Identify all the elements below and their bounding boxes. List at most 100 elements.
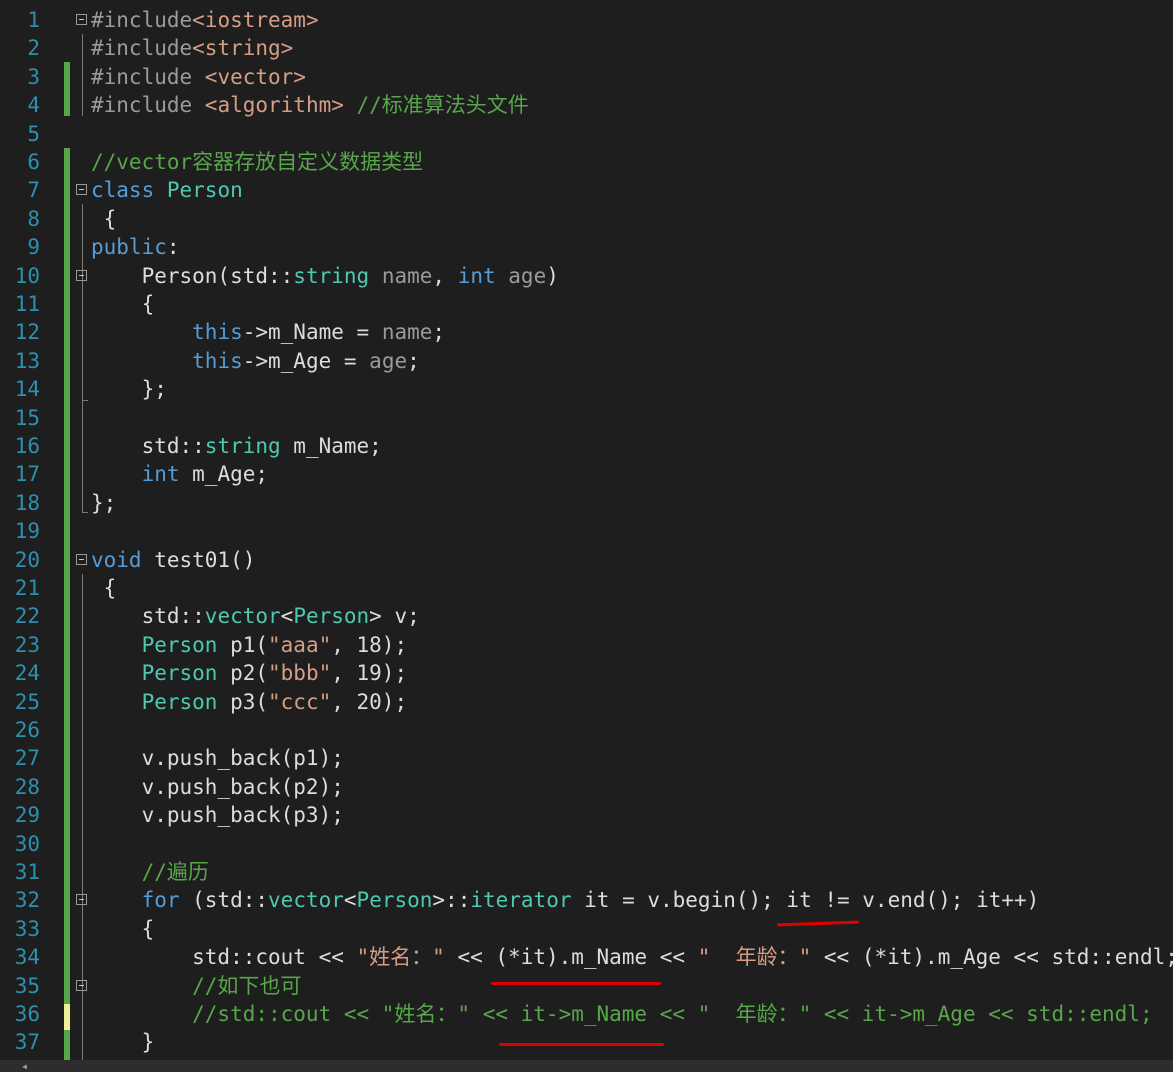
code-line[interactable]: 12 this->m_Name = name;	[0, 318, 1173, 346]
code-line[interactable]: 1 #include<iostream>	[0, 6, 1173, 34]
code-token: iterator	[470, 888, 572, 913]
line-number: 6	[27, 150, 40, 174]
code-token: ->m_Name =	[242, 320, 382, 345]
line-number: 22	[14, 604, 40, 629]
code-line[interactable]: 24 Person p2("bbb", 19);	[0, 659, 1173, 687]
code-line[interactable]: 9 public:	[0, 233, 1173, 261]
code-line[interactable]: 2 #include<string>	[0, 34, 1173, 62]
code-line[interactable]: 32 for (std::vector<Person>::iterator it…	[0, 886, 1173, 914]
collapse-icon[interactable]	[76, 184, 87, 196]
code-token: //std::cout << "姓名：" << it->m_Name << " …	[91, 1002, 1153, 1026]
code-token: ;	[407, 348, 420, 373]
code-text: std::string m_Name;	[91, 432, 382, 460]
code-line[interactable]: 15	[0, 404, 1173, 432]
code-token: Person	[166, 178, 243, 203]
code-line[interactable]: 25 Person p3("ccc", 20);	[0, 688, 1173, 716]
code-line[interactable]: 4 #include <algorithm> //标准算法头文件	[0, 91, 1173, 119]
code-text: this->m_Name = name;	[91, 318, 445, 346]
code-line[interactable]: 14 };	[0, 375, 1173, 403]
code-line[interactable]: 8 {	[0, 205, 1173, 233]
code-text: }	[91, 1028, 155, 1056]
code-line[interactable]: 28 v.push_back(p2);	[0, 773, 1173, 801]
collapse-icon[interactable]	[76, 979, 87, 991]
code-line[interactable]: 29 v.push_back(p3);	[0, 801, 1173, 829]
code-token: void	[91, 547, 142, 572]
code-line[interactable]: 20 void test01()	[0, 546, 1173, 574]
line-number: 19	[14, 519, 40, 544]
scroll-left-icon[interactable]: ◀	[22, 1062, 27, 1071]
code-token: <iostream>	[192, 8, 319, 32]
code-token: m_Name;	[280, 434, 382, 458]
code-token: std::cout <<	[91, 945, 357, 970]
horizontal-scrollbar[interactable]: ◀	[0, 1060, 1173, 1072]
code-token: , 19);	[331, 661, 408, 686]
code-line[interactable]: 7 class Person	[0, 176, 1173, 204]
code-line[interactable]: 21 {	[0, 574, 1173, 602]
code-token: ;	[432, 320, 446, 345]
code-line[interactable]: 6 //vector容器存放自定义数据类型	[0, 148, 1173, 176]
line-number: 23	[14, 632, 40, 657]
code-line[interactable]: 36 //std::cout << "姓名：" << it->m_Name <<…	[0, 1000, 1173, 1028]
code-line[interactable]: 16 std::string m_Name;	[0, 432, 1173, 460]
code-line[interactable]: 17 int m_Age;	[0, 460, 1173, 488]
code-token: <vector>	[204, 64, 306, 89]
code-line[interactable]: 30	[0, 830, 1173, 858]
line-number: 33	[14, 916, 40, 941]
code-token: std::	[91, 434, 205, 458]
code-token: <	[343, 888, 357, 913]
code-text: std::vector<Person> v;	[91, 602, 420, 630]
code-line[interactable]: 31 //遍历	[0, 858, 1173, 886]
code-editor[interactable]: 1 #include<iostream> 2 #include<string> 3 #in…	[0, 0, 1173, 1060]
code-line[interactable]: 35 //如下也可	[0, 972, 1173, 1000]
code-text: for (std::vector<Person>::iterator it = …	[91, 886, 1040, 914]
collapse-icon[interactable]	[76, 894, 87, 906]
code-token: age	[508, 263, 547, 288]
code-line[interactable]: 11 {	[0, 290, 1173, 318]
code-token: "ccc"	[268, 689, 332, 714]
code-line[interactable]: 18};	[0, 489, 1173, 517]
code-line[interactable]: 33 {	[0, 915, 1173, 943]
code-line[interactable]: 34 std::cout << "姓名：" << (*it).m_Name <<…	[0, 943, 1173, 971]
annotation-underline	[491, 982, 661, 985]
code-line[interactable]: 23 Person p1("aaa", 18);	[0, 631, 1173, 659]
code-token: , 20);	[331, 689, 408, 714]
line-number: 8	[27, 206, 40, 231]
collapse-icon[interactable]	[76, 553, 87, 565]
line-number: 17	[14, 462, 40, 487]
code-line[interactable]: 22 std::vector<Person> v;	[0, 602, 1173, 630]
line-number: 14	[14, 377, 40, 402]
code-token: ,	[432, 263, 458, 288]
line-number: 2	[27, 36, 40, 61]
code-line[interactable]: 19	[0, 517, 1173, 545]
code-token: <algorithm>	[204, 93, 344, 118]
code-token: <	[280, 604, 294, 629]
code-token: p3(	[217, 689, 269, 714]
code-token: "姓名："	[356, 945, 445, 970]
code-token: std::	[91, 604, 205, 629]
code-line[interactable]: 13 this->m_Age = age;	[0, 347, 1173, 375]
annotation-underline	[499, 1043, 664, 1046]
code-token: int	[141, 462, 180, 487]
line-number: 29	[14, 803, 40, 828]
line-number: 24	[14, 661, 40, 686]
collapse-icon[interactable]	[76, 269, 87, 281]
collapse-icon[interactable]	[76, 14, 87, 25]
code-line[interactable]: 10 Person(std::string name, int age)	[0, 262, 1173, 290]
code-text: v.push_back(p3);	[91, 801, 344, 829]
code-line[interactable]: 27 v.push_back(p1);	[0, 744, 1173, 772]
code-token: :	[166, 235, 180, 260]
code-line[interactable]: 26	[0, 716, 1173, 744]
code-token: #include	[91, 8, 193, 32]
code-token: "bbb"	[268, 661, 332, 686]
code-line[interactable]: 5	[0, 120, 1173, 148]
code-token: //标准算法头文件	[343, 93, 529, 118]
line-number: 12	[14, 320, 40, 345]
code-text: #include <vector>	[91, 63, 306, 91]
line-number: 15	[14, 405, 40, 430]
code-token: Person(std::	[91, 263, 294, 288]
code-line[interactable]: 3 #include <vector>	[0, 63, 1173, 91]
